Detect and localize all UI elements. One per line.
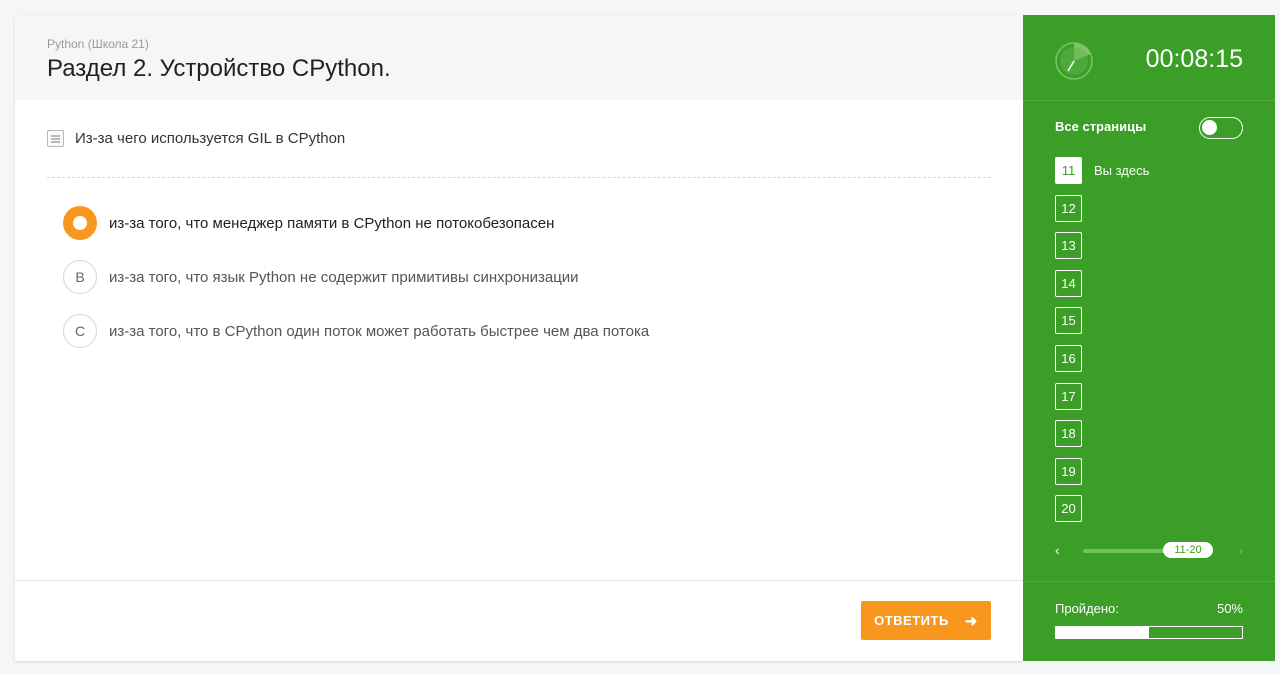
timer-clock-icon bbox=[1055, 42, 1093, 80]
divider bbox=[47, 177, 991, 178]
all-pages-label: Все страницы bbox=[1055, 119, 1147, 134]
page-number[interactable]: 20 bbox=[1055, 495, 1082, 523]
answer-option-a[interactable]: из-за того, что менеджер памяти в CPytho… bbox=[63, 205, 649, 241]
chevron-right-icon[interactable]: › bbox=[1238, 542, 1243, 558]
answer-option-c[interactable]: C из-за того, что в CPython один поток м… bbox=[63, 313, 649, 349]
progress-fill bbox=[1056, 627, 1149, 638]
footer: ОТВЕТИТЬ ➜ bbox=[15, 580, 1023, 661]
chevron-left-icon[interactable]: ‹ bbox=[1055, 542, 1060, 558]
page-number[interactable]: 18 bbox=[1055, 420, 1082, 448]
page-number[interactable]: 16 bbox=[1055, 344, 1082, 372]
page-item-18[interactable]: 18 bbox=[1055, 420, 1149, 448]
page-number[interactable]: 14 bbox=[1055, 269, 1082, 297]
option-text: из-за того, что в CPython один поток мож… bbox=[109, 322, 650, 340]
option-marker[interactable]: C bbox=[63, 314, 97, 348]
page-number[interactable]: 13 bbox=[1055, 232, 1082, 260]
arrow-right-icon: ➜ bbox=[964, 612, 978, 630]
progress-bar bbox=[1055, 626, 1243, 639]
timer: 00:08:15 bbox=[1145, 45, 1243, 73]
option-marker[interactable]: B bbox=[63, 260, 97, 294]
page-number[interactable]: 19 bbox=[1055, 457, 1082, 485]
answer-options: из-за того, что менеджер памяти в CPytho… bbox=[63, 205, 649, 367]
page-title: Раздел 2. Устройство CPython. bbox=[47, 55, 391, 82]
page-number[interactable]: 12 bbox=[1055, 194, 1082, 222]
progress-label: Пройдено: bbox=[1055, 601, 1119, 616]
page-item-16[interactable]: 16 bbox=[1055, 344, 1149, 372]
toggle-knob bbox=[1202, 120, 1217, 135]
main-panel: Python (Школа 21) Раздел 2. Устройство C… bbox=[15, 15, 1023, 661]
option-text: из-за того, что менеджер памяти в CPytho… bbox=[109, 214, 555, 232]
answer-label: ОТВЕТИТЬ bbox=[874, 613, 949, 628]
page-pager: ‹ 11-20 › bbox=[1055, 542, 1243, 558]
page-item-19[interactable]: 19 bbox=[1055, 457, 1149, 485]
sidebar: 00:08:15 Все страницы 11 Вы здесь 12 13 … bbox=[1023, 15, 1275, 661]
question-text: Из-за чего используется GIL в CPython bbox=[75, 130, 346, 147]
page-item-11[interactable]: 11 Вы здесь bbox=[1055, 157, 1149, 184]
radio-selected-icon[interactable] bbox=[63, 206, 97, 240]
page-item-12[interactable]: 12 bbox=[1055, 194, 1149, 222]
timer-row: 00:08:15 bbox=[1023, 15, 1275, 101]
all-pages-toggle[interactable] bbox=[1199, 117, 1243, 139]
pager-range[interactable]: 11-20 bbox=[1163, 542, 1213, 558]
option-text: из-за того, что язык Python не содержит … bbox=[109, 268, 579, 286]
question: Из-за чего используется GIL в CPython bbox=[47, 130, 345, 147]
page-item-20[interactable]: 20 bbox=[1055, 495, 1149, 523]
page-number[interactable]: 17 bbox=[1055, 382, 1082, 410]
current-page-label: Вы здесь bbox=[1094, 163, 1150, 178]
page-number[interactable]: 15 bbox=[1055, 307, 1082, 335]
breadcrumb[interactable]: Python (Школа 21) bbox=[47, 37, 991, 51]
page-number[interactable]: 11 bbox=[1055, 157, 1082, 184]
page-item-15[interactable]: 15 bbox=[1055, 307, 1149, 335]
header: Python (Школа 21) Раздел 2. Устройство C… bbox=[15, 15, 1023, 100]
answer-button[interactable]: ОТВЕТИТЬ ➜ bbox=[861, 601, 991, 640]
page-item-13[interactable]: 13 bbox=[1055, 232, 1149, 260]
list-icon bbox=[47, 130, 64, 147]
answer-option-b[interactable]: B из-за того, что язык Python не содержи… bbox=[63, 259, 649, 295]
page-list: 11 Вы здесь 12 13 14 15 16 17 18 19 20 bbox=[1055, 157, 1149, 533]
page-item-17[interactable]: 17 bbox=[1055, 382, 1149, 410]
page-item-14[interactable]: 14 bbox=[1055, 269, 1149, 297]
progress-value: 50% bbox=[1216, 601, 1243, 616]
progress-area: Пройдено: 50% bbox=[1023, 581, 1275, 661]
